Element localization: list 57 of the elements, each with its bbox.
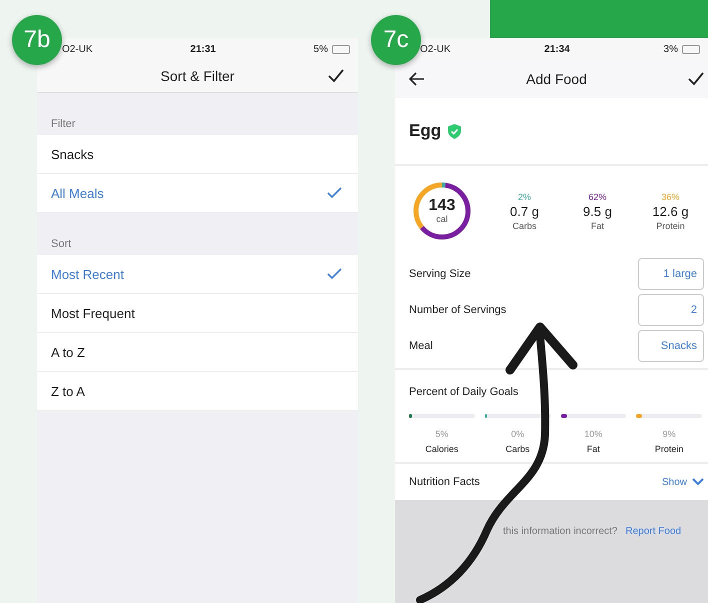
goal-label: Fat bbox=[586, 444, 600, 454]
calorie-value: 143 bbox=[428, 198, 456, 214]
battery-icon bbox=[682, 44, 700, 54]
food-name: Egg bbox=[409, 121, 442, 141]
goal-percent: 5% bbox=[435, 429, 448, 439]
section-title: Nutrition Facts bbox=[409, 476, 481, 488]
battery-percent: 5% bbox=[314, 44, 328, 54]
macro-percent: 36% bbox=[661, 192, 680, 202]
macro-amount: 0.7 g bbox=[510, 204, 539, 218]
status-time: 21:31 bbox=[189, 44, 217, 54]
screen-title: Add Food bbox=[526, 71, 587, 87]
section-header: Sort bbox=[51, 238, 72, 250]
list-item[interactable]: Snacks bbox=[37, 135, 358, 174]
macro-label: Protein bbox=[656, 220, 685, 230]
input-field[interactable]: 1 large bbox=[638, 258, 704, 290]
carrier-label: O2-UK bbox=[420, 44, 451, 54]
show-link[interactable]: Show bbox=[662, 476, 687, 488]
field-label: Meal bbox=[409, 340, 433, 352]
list-item[interactable]: Most Frequent bbox=[37, 294, 358, 333]
input-field[interactable]: 2 bbox=[638, 294, 704, 326]
screen-title: Sort & Filter bbox=[160, 68, 234, 84]
report-food-link[interactable]: Report Food bbox=[626, 526, 682, 603]
field-label: Serving Size bbox=[409, 268, 471, 280]
calorie-unit: cal bbox=[436, 214, 448, 224]
section-title: Percent of Daily Goals bbox=[409, 386, 518, 398]
step-badge: 7c bbox=[371, 15, 421, 65]
macro-amount: 12.6 g bbox=[652, 204, 689, 218]
checkmark-icon bbox=[327, 187, 342, 199]
macro-percent: 2% bbox=[518, 192, 531, 202]
input-field[interactable]: Snacks bbox=[638, 330, 704, 362]
field-label: Number of Servings bbox=[409, 304, 506, 316]
checkmark-icon[interactable] bbox=[688, 72, 704, 86]
macro-percent: 62% bbox=[588, 192, 606, 202]
section-header: Filter bbox=[51, 118, 76, 130]
goal-percent: 9% bbox=[662, 429, 676, 439]
list-item[interactable]: A to Z bbox=[37, 333, 358, 372]
footer-question: this information incorrect? bbox=[503, 526, 618, 539]
goal-percent: 0% bbox=[511, 429, 524, 439]
goal-label: Calories bbox=[425, 444, 458, 454]
list-item[interactable]: Z to A bbox=[37, 372, 358, 411]
goal-label: Protein bbox=[654, 444, 684, 454]
macro-label: Carbs bbox=[512, 220, 536, 230]
battery-percent: 3% bbox=[664, 44, 678, 54]
goal-percent: 10% bbox=[584, 429, 602, 439]
chevron-down-icon bbox=[692, 478, 704, 486]
status-time: 21:34 bbox=[543, 44, 571, 54]
list-item[interactable]: All Meals bbox=[37, 174, 358, 213]
checkmark-icon[interactable] bbox=[328, 69, 344, 83]
step-badge: 7b bbox=[12, 15, 62, 65]
battery-icon bbox=[332, 44, 350, 54]
macro-label: Fat bbox=[590, 220, 604, 230]
carrier-label: O2-UK bbox=[62, 44, 93, 54]
goal-label: Carbs bbox=[506, 444, 530, 454]
back-arrow-icon[interactable] bbox=[409, 72, 425, 86]
macro-amount: 9.5 g bbox=[583, 204, 612, 218]
list-item[interactable]: Most Recent bbox=[37, 255, 358, 294]
checkmark-icon bbox=[327, 268, 342, 280]
